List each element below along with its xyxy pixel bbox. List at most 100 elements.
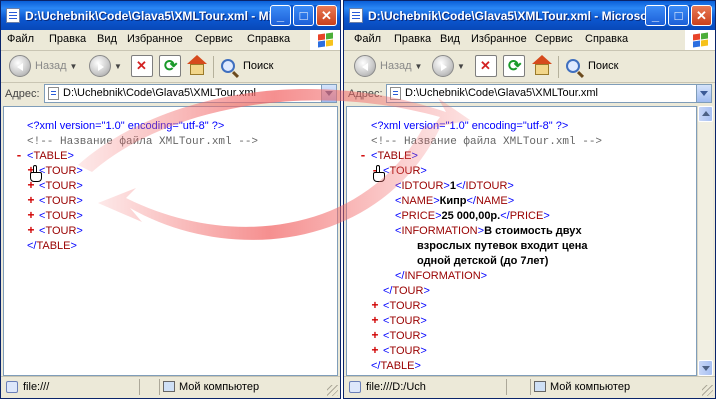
menu-help[interactable]: Справка: [247, 33, 290, 45]
xml-line: <!-- Название файла XMLTour.xml -->: [347, 134, 602, 149]
address-input[interactable]: D:\Uchebnik\Code\Glava5\XMLTour.xml: [44, 84, 337, 103]
scroll-down-button[interactable]: [698, 360, 713, 376]
menu-favorites[interactable]: Избранное: [127, 33, 183, 45]
document-icon: [6, 8, 20, 23]
menu-edit[interactable]: Правка: [49, 33, 86, 45]
expand-toggle[interactable]: +: [370, 299, 380, 314]
search-icon: [221, 59, 235, 73]
scroll-up-button[interactable]: [698, 106, 713, 122]
page-icon: [390, 87, 401, 100]
resize-grip[interactable]: [702, 385, 713, 396]
xml-open-tag: IDTOUR: [401, 180, 444, 192]
address-bar: Адрес: D:\Uchebnik\Code\Glava5\XMLTour.x…: [1, 83, 340, 105]
menu-file[interactable]: Файл: [354, 33, 381, 45]
home-button[interactable]: [186, 55, 208, 77]
home-button[interactable]: [531, 55, 553, 77]
xml-bracket: >: [76, 180, 83, 192]
menu-view[interactable]: Вид: [97, 33, 117, 45]
xml-open-tag: TOUR: [389, 165, 421, 177]
menu-view[interactable]: Вид: [440, 33, 460, 45]
address-label: Адрес:: [348, 88, 383, 100]
expand-toggle[interactable]: +: [26, 224, 36, 239]
expand-toggle[interactable]: +: [26, 209, 36, 224]
xml-close-tag: TOUR: [392, 285, 424, 297]
xml-line: + <TOUR>: [4, 194, 82, 209]
xml-bracket: >: [423, 285, 430, 297]
minimize-button[interactable]: _: [270, 5, 291, 26]
collapse-toggle[interactable]: -: [358, 149, 368, 164]
forward-button[interactable]: ▼: [89, 54, 122, 78]
back-arrow-icon: [354, 55, 376, 77]
xml-document-view[interactable]: <?xml version="1.0" encoding="utf-8" ?> <…: [3, 106, 338, 376]
xml-line: + <TOUR>: [4, 164, 82, 179]
address-dropdown-button[interactable]: [321, 85, 336, 102]
menu-file[interactable]: Файл: [7, 33, 34, 45]
xml-line: - <TOUR>: [347, 164, 426, 179]
menu-tools[interactable]: Сервис: [195, 33, 233, 45]
windows-logo-icon: [685, 30, 715, 50]
xml-line: <?xml version="1.0" encoding="utf-8" ?>: [347, 119, 568, 134]
xml-line: одной детской (до 7лет): [347, 254, 548, 269]
refresh-button[interactable]: [503, 55, 525, 77]
menu-favorites[interactable]: Избранное: [471, 33, 527, 45]
stop-button[interactable]: [131, 55, 153, 77]
expand-toggle[interactable]: +: [26, 194, 36, 209]
status-url: file:///: [23, 381, 50, 393]
address-label: Адрес:: [5, 88, 40, 100]
expand-toggle[interactable]: +: [370, 344, 380, 359]
xml-text-value: 25 000,00р.: [441, 210, 501, 222]
xml-line: </INFORMATION>: [347, 269, 487, 284]
vertical-scrollbar[interactable]: [697, 106, 713, 376]
computer-icon: [163, 381, 175, 392]
minimize-button[interactable]: _: [645, 5, 666, 26]
refresh-button[interactable]: [159, 55, 181, 77]
back-dropdown-icon[interactable]: ▼: [70, 62, 78, 71]
title-bar[interactable]: D:\Uchebnik\Code\Glava5\XMLTour.xml - Mi…: [344, 1, 715, 30]
xml-open-tag: NAME: [401, 195, 434, 207]
close-button[interactable]: ✕: [691, 5, 712, 26]
xml-line: - <TABLE>: [4, 149, 74, 164]
xml-bracket: >: [543, 210, 550, 222]
back-button[interactable]: Назад ▼: [354, 54, 422, 78]
xml-text-value: взрослых путевок входит цена: [417, 240, 588, 252]
forward-dropdown-icon[interactable]: ▼: [114, 62, 122, 71]
menu-edit[interactable]: Правка: [394, 33, 431, 45]
back-button[interactable]: Назад ▼: [9, 54, 77, 78]
menu-bar: Файл Правка Вид Избранное Сервис Справка: [344, 30, 715, 51]
xml-bracket: >: [70, 240, 77, 252]
xml-line: <INFORMATION>В стоимость двух: [347, 224, 582, 239]
resize-grip[interactable]: [327, 385, 338, 396]
xml-line: <!-- Название файла XMLTour.xml -->: [4, 134, 258, 149]
xml-close-tag: NAME: [475, 195, 508, 207]
expand-toggle[interactable]: +: [370, 329, 380, 344]
xml-bracket: >: [420, 345, 427, 357]
expand-toggle[interactable]: +: [370, 314, 380, 329]
stop-button[interactable]: [475, 55, 497, 77]
close-button[interactable]: ✕: [316, 5, 337, 26]
search-button[interactable]: Поиск: [566, 55, 618, 77]
address-input[interactable]: D:\Uchebnik\Code\Glava5\XMLTour.xml: [386, 84, 712, 103]
menu-bar: Файл Правка Вид Избранное Сервис Справка: [1, 30, 340, 51]
toolbar-separator: [558, 56, 559, 78]
back-label: Назад: [35, 60, 67, 72]
forward-dropdown-icon[interactable]: ▼: [457, 62, 465, 71]
maximize-button[interactable]: □: [668, 5, 689, 26]
title-bar[interactable]: D:\Uchebnik\Code\Glava5\XMLTour.xml - Mi…: [1, 1, 340, 30]
toolbar: Назад ▼ ▼ Поиск: [1, 51, 340, 83]
collapse-toggle[interactable]: -: [14, 149, 24, 164]
status-url: file:///D:/Uch: [366, 381, 426, 393]
xml-text-value: В стоимость двух: [484, 225, 582, 237]
xml-document-view[interactable]: <?xml version="1.0" encoding="utf-8" ?> <…: [346, 106, 697, 376]
address-dropdown-button[interactable]: [696, 85, 711, 102]
xml-open-tag: TOUR: [45, 225, 77, 237]
maximize-button[interactable]: □: [293, 5, 314, 26]
search-button[interactable]: Поиск: [221, 55, 273, 77]
xml-close-tag: TABLE: [380, 360, 415, 372]
page-status-icon: [6, 381, 18, 393]
forward-button[interactable]: ▼: [432, 54, 465, 78]
status-separator: [139, 379, 140, 395]
xml-bracket: </: [466, 195, 476, 207]
menu-help[interactable]: Справка: [585, 33, 628, 45]
back-dropdown-icon[interactable]: ▼: [415, 62, 423, 71]
menu-tools[interactable]: Сервис: [535, 33, 573, 45]
